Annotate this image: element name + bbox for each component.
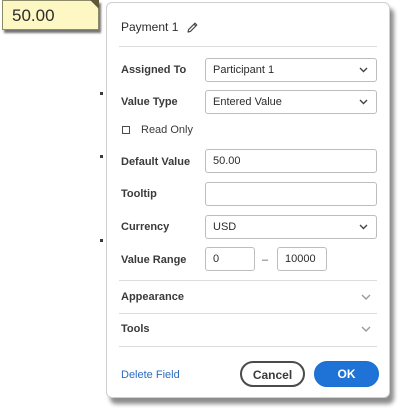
section-divider — [119, 280, 377, 281]
assigned-to-select[interactable]: Participant 1 — [205, 58, 377, 82]
default-value-input[interactable]: 50.00 — [205, 149, 377, 173]
appearance-section-header[interactable]: Appearance — [119, 282, 377, 314]
value-type-value: Entered Value — [213, 96, 282, 108]
pencil-icon[interactable] — [186, 21, 199, 34]
value-range-max: 10000 — [285, 253, 316, 265]
chevron-down-icon — [359, 99, 368, 105]
panel-header: Payment 1 — [121, 20, 199, 34]
chevron-down-icon — [361, 326, 371, 332]
value-type-select[interactable]: Entered Value — [205, 90, 377, 114]
tooltip-label: Tooltip — [121, 188, 157, 200]
field-corner-marker — [90, 0, 99, 9]
value-range-min: 0 — [213, 253, 220, 265]
assigned-to-label: Assigned To — [121, 64, 187, 76]
read-only-checkbox[interactable] — [122, 126, 130, 134]
delete-field-link[interactable]: Delete Field — [121, 369, 180, 381]
currency-value: USD — [213, 221, 237, 233]
chevron-down-icon — [359, 224, 368, 230]
read-only-label: Read Only — [141, 124, 193, 136]
panel-title: Payment 1 — [121, 20, 179, 34]
field-properties-panel: Payment 1 Assigned To Participant 1 Valu… — [106, 2, 390, 398]
tools-section-label: Tools — [121, 323, 150, 335]
default-value-text: 50.00 — [213, 155, 241, 167]
value-range-min-input[interactable]: 0 — [205, 247, 255, 271]
page-mark — [100, 92, 103, 95]
value-range-max-input[interactable]: 10000 — [277, 247, 327, 271]
tooltip-input[interactable] — [205, 182, 377, 206]
page-mark — [100, 155, 103, 158]
footer-divider — [119, 346, 377, 347]
appearance-section-label: Appearance — [121, 291, 184, 303]
tools-section-header[interactable]: Tools — [119, 314, 377, 346]
chevron-down-icon — [359, 67, 368, 73]
default-value-label: Default Value — [121, 156, 191, 168]
ok-button[interactable]: OK — [314, 361, 379, 387]
currency-select[interactable]: USD — [205, 215, 377, 239]
cancel-button[interactable]: Cancel — [240, 361, 305, 387]
value-range-label: Value Range — [121, 254, 187, 266]
assigned-to-value: Participant 1 — [213, 64, 275, 76]
payment-field[interactable]: 50.00 — [2, 0, 99, 30]
value-type-label: Value Type — [121, 96, 178, 108]
currency-label: Currency — [121, 221, 170, 233]
payment-field-value: 50.00 — [12, 6, 55, 25]
page-mark — [100, 239, 103, 242]
chevron-down-icon — [361, 294, 371, 300]
value-range-separator: – — [262, 254, 269, 266]
header-divider — [119, 46, 377, 47]
